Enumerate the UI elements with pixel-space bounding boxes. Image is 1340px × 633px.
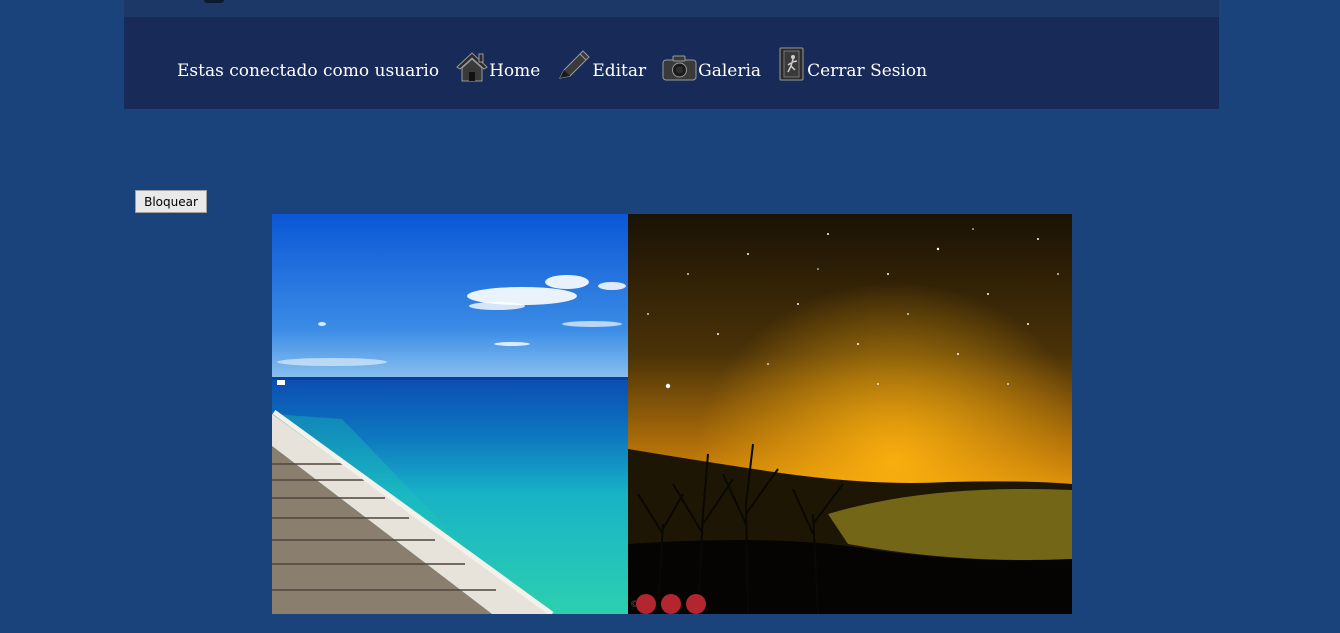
nav-cerrar-sesion-label: Cerrar Sesion [807, 61, 928, 81]
logo-fragment [204, 0, 224, 3]
pencil-icon [556, 48, 592, 87]
nav-cerrar-sesion-link[interactable]: Cerrar Sesion [777, 46, 927, 87]
home-icon [455, 50, 489, 87]
nav-galeria-link[interactable]: Galeria [662, 54, 761, 87]
bloquear-button[interactable]: Bloquear [135, 190, 207, 213]
navbar: Estas conectado como usuario Home Editar… [124, 17, 1219, 109]
nav-galeria-label: Galeria [698, 61, 762, 81]
slider-dot-1[interactable] [636, 594, 656, 614]
pier-ocean-photo [272, 214, 628, 614]
nav-editar-label: Editar [592, 61, 647, 81]
nav-bar-content: Estas conectado como usuario Home Editar… [177, 47, 943, 87]
slider-dots [636, 594, 711, 614]
nav-home-label: Home [489, 61, 541, 81]
slider-dot-3[interactable] [686, 594, 706, 614]
top-strip [124, 0, 1219, 17]
logout-door-icon [777, 46, 807, 87]
login-status-text: Estas conectado como usuario [177, 61, 440, 81]
main-content: Bloquear © [0, 109, 1340, 633]
slider-dot-2[interactable] [661, 594, 681, 614]
image-slider[interactable]: © [272, 214, 1072, 614]
nav-home-link[interactable]: Home [455, 50, 540, 87]
camera-icon [662, 54, 698, 87]
nav-editar-link[interactable]: Editar [556, 48, 646, 87]
starry-night-sky-photo [628, 214, 1072, 614]
